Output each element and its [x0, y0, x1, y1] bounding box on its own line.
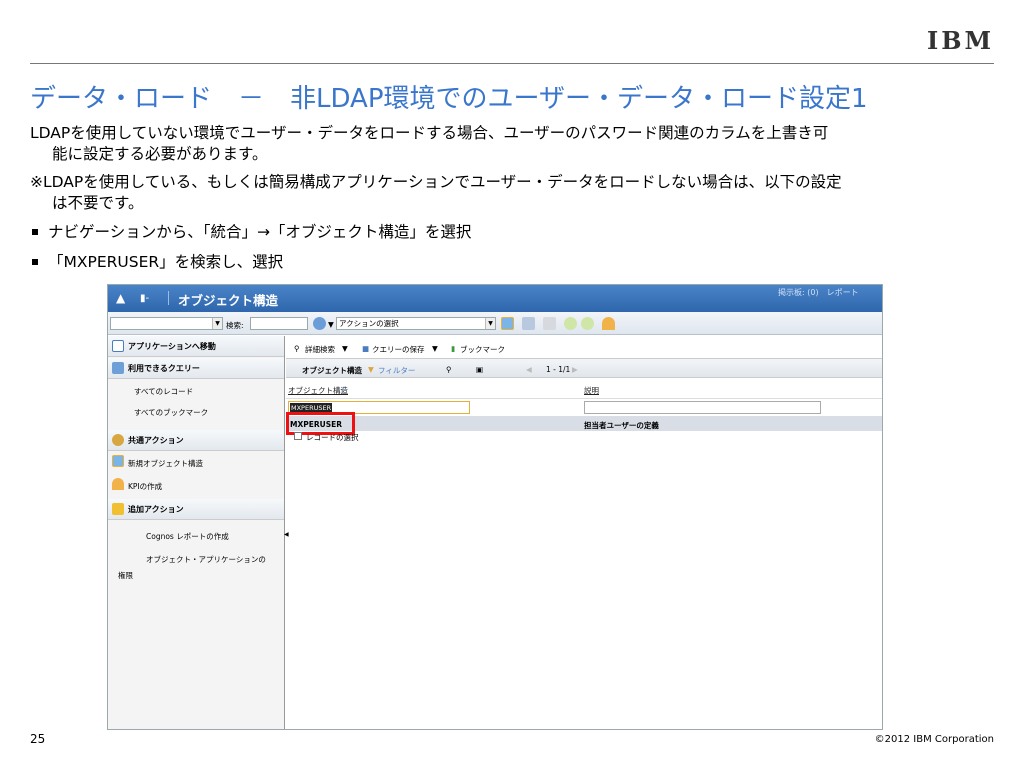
sidebar-item-cognos-report[interactable]: Cognos レポートの作成 — [146, 531, 229, 542]
select-records-checkbox[interactable] — [294, 432, 302, 440]
description-filter-input[interactable] — [584, 401, 821, 414]
main-panel: ⚲ 詳細検索 ▼ ■ クエリーの保存 ▼ ▮ ブックマーク オブジェクト構造 ▼… — [286, 336, 882, 729]
app-menu-icon[interactable]: ▮- — [140, 293, 149, 304]
table-row[interactable]: MXPERUSER 担当者ユーザーの定義 — [286, 416, 882, 431]
filter-link[interactable]: フィルター — [378, 365, 415, 376]
save-query-dropdown[interactable]: ▼ — [432, 344, 438, 353]
save-query-icon: ■ — [362, 344, 370, 353]
search-icon[interactable] — [313, 317, 326, 330]
filter-row: MXPERUSER — [286, 399, 882, 416]
app-icon — [112, 340, 124, 352]
lightning-icon — [112, 503, 124, 515]
row-description: 担当者ユーザーの定義 — [584, 421, 659, 430]
kpi-icon[interactable] — [602, 317, 615, 330]
previous-page-icon[interactable]: ◀ — [526, 365, 532, 374]
advanced-search-dropdown[interactable]: ▼ — [342, 344, 348, 353]
save-query-link[interactable]: クエリーの保存 — [372, 344, 425, 355]
kpi-icon — [112, 478, 124, 490]
previous-icon[interactable] — [564, 317, 577, 330]
search-input[interactable] — [250, 317, 308, 330]
sidebar-item-all-bookmarks[interactable]: すべてのブックマーク — [134, 407, 208, 418]
action-dropdown-arrow[interactable]: ▼ — [328, 320, 334, 329]
body-text-2: ※LDAPを使用している、もしくは簡易構成アプリケーションでユーザー・データをロ… — [30, 173, 842, 191]
sidebar-common-actions: 共通アクション — [108, 430, 284, 451]
clear-icon[interactable] — [543, 317, 556, 330]
app-screenshot: ▲ ▮- オブジェクト構造 掲示板: (0) レポート ▼ 検索: ▼ アクショ… — [107, 284, 883, 730]
header-separator — [168, 291, 169, 305]
body-text-1-cont: 能に設定する必要があります。 — [52, 145, 268, 163]
sidebar-item-object-app-permission-cont[interactable]: 権限 — [118, 570, 133, 581]
actions-icon — [112, 434, 124, 446]
bullet-icon — [32, 258, 38, 265]
search-scope-select[interactable]: ▼ — [110, 317, 223, 330]
advanced-search-link[interactable]: 詳細検索 — [305, 344, 335, 355]
slide-title: データ・ロード － 非LDAP環境でのユーザー・データ・ロード設定1 — [30, 84, 868, 114]
chevron-down-icon: ▼ — [485, 318, 495, 329]
bookmark-icon: ▮ — [451, 344, 456, 353]
header-divider — [30, 63, 994, 64]
bullet-icon — [32, 228, 38, 235]
page-number: 25 — [30, 732, 46, 746]
magnifier-icon: ⚲ — [294, 344, 300, 353]
column-header-object-structure[interactable]: オブジェクト構造 — [288, 385, 348, 396]
select-records-label: レコードの選択 — [306, 433, 359, 442]
body-text-2-cont: は不要です。 — [52, 194, 144, 212]
bookmarks-link[interactable]: ブックマーク — [460, 344, 505, 355]
app-header: ▲ ▮- オブジェクト構造 掲示板: (0) レポート — [108, 285, 882, 312]
save-icon[interactable] — [522, 317, 535, 330]
search-icon[interactable]: ⚲ — [446, 365, 452, 374]
home-icon[interactable]: ▲ — [116, 291, 125, 305]
toolbar: ▼ 検索: ▼ アクションの選択 ▼ — [108, 312, 882, 335]
sidebar-item-new-object-structure[interactable]: 新規オブジェクト構造 — [128, 458, 203, 469]
query-bar: ⚲ 詳細検索 ▼ ■ クエリーの保存 ▼ ▮ ブックマーク — [286, 336, 882, 358]
query-icon — [112, 362, 124, 374]
filter-icon[interactable]: ▼ — [368, 365, 374, 374]
download-icon[interactable]: ▣ — [476, 365, 483, 374]
sidebar-item-all-records[interactable]: すべてのレコード — [134, 386, 193, 397]
sidebar: アプリケーションへ移動 利用できるクエリー すべてのレコード すべてのブックマー… — [108, 336, 285, 729]
chevron-down-icon: ▼ — [212, 318, 222, 329]
new-object-icon — [112, 455, 124, 467]
copyright: ©2012 IBM Corporation — [874, 734, 994, 745]
sidebar-item-object-app-permission[interactable]: オブジェクト・アプリケーションの — [146, 554, 266, 565]
list-title: オブジェクト構造 — [302, 366, 362, 375]
sidebar-more-actions: 追加アクション — [108, 499, 284, 520]
ibm-logo: IBM — [927, 26, 995, 55]
sidebar-item-create-kpi[interactable]: KPIの作成 — [128, 481, 162, 492]
app-title: オブジェクト構造 — [178, 293, 279, 308]
next-icon[interactable] — [581, 317, 594, 330]
next-page-icon[interactable]: ▶ — [572, 365, 578, 374]
header-links[interactable]: 掲示板: (0) レポート — [778, 287, 859, 298]
sidebar-available-queries: 利用できるクエリー — [108, 358, 284, 379]
sort-indicator-icon: ÷ — [340, 385, 347, 394]
list-header: オブジェクト構造 ▼ フィルター ⚲ ▣ ◀ 1 - 1/1 ▶ — [286, 358, 882, 378]
new-record-icon[interactable] — [501, 317, 514, 330]
action-select[interactable]: アクションの選択 ▼ — [336, 317, 496, 330]
bullet-item-1: ナビゲーションから、「統合」→「オブジェクト構造」を選択 — [30, 221, 471, 244]
sidebar-goto-app[interactable]: アプリケーションへ移動 — [108, 336, 284, 357]
pager-text: 1 - 1/1 — [546, 365, 571, 374]
column-header-description[interactable]: 説明 — [584, 385, 599, 396]
bullet-item-2: 「MXPERUSER」を検索し、選択 — [30, 251, 283, 274]
column-header-row: オブジェクト構造 ÷ 説明 — [286, 379, 882, 399]
search-label: 検索: — [226, 321, 244, 330]
body-text-1: LDAPを使用していない環境でユーザー・データをロードする場合、ユーザーのパスワ… — [30, 124, 829, 142]
